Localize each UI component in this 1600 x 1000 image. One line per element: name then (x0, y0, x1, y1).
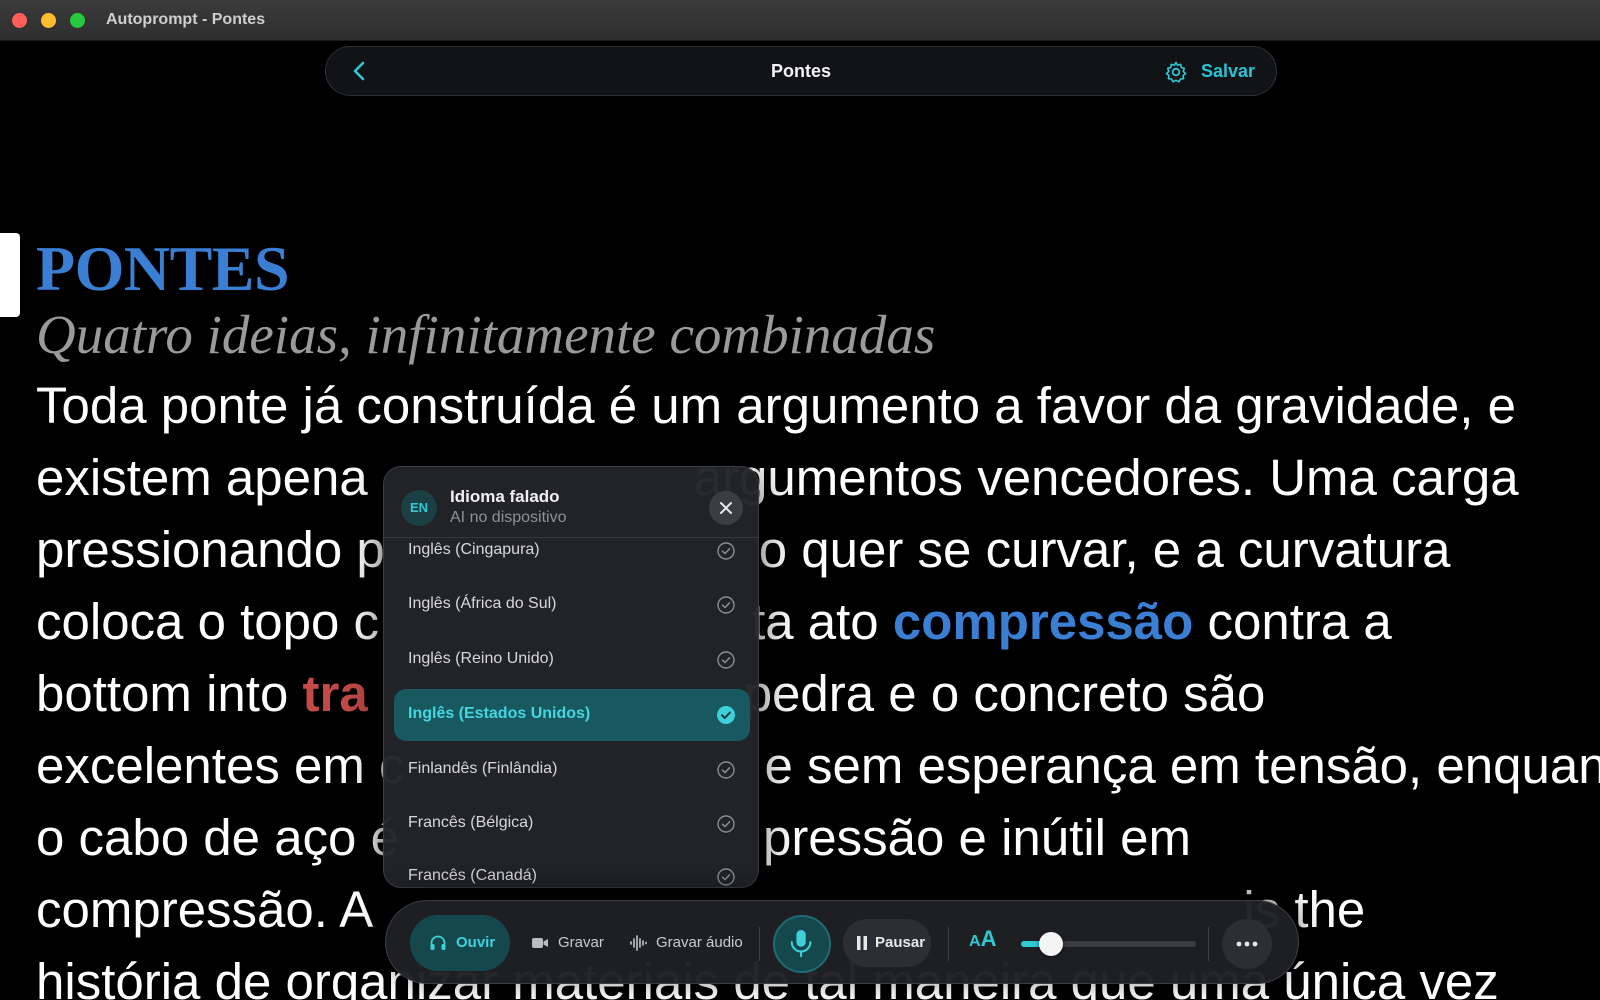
body-line: existem apena argumentos vencedores. Uma … (36, 442, 1576, 514)
body-text: compressão. A (36, 881, 374, 938)
body-text: coloca o topo c (36, 593, 380, 650)
microphone-button[interactable] (773, 915, 831, 973)
slider-thumb[interactable] (1039, 932, 1063, 956)
text-size-big: A (980, 926, 997, 951)
window-titlebar: Autoprompt - Pontes (0, 0, 1600, 41)
body-text: o cabo de aço é (36, 809, 399, 866)
body-line: coloca o topo c ta ato compressão contra … (36, 586, 1576, 658)
language-label: Inglês (Estados Unidos) (408, 705, 591, 722)
check-circle-icon (717, 651, 735, 669)
language-option[interactable]: Inglês (Cingapura) (394, 537, 750, 577)
toolbar-divider (759, 927, 760, 961)
language-label: Inglês (Cingapura) (408, 541, 540, 558)
window-title: Autoprompt - Pontes (106, 11, 266, 28)
body-text: pressão e inútil em (762, 809, 1191, 866)
check-circle-icon (717, 542, 735, 560)
body-line: o cabo de aço é pressão e inútil em (36, 802, 1576, 874)
body-text: Toda ponte já construída é um argumento … (36, 377, 1516, 434)
check-filled-icon (717, 706, 735, 724)
check-circle-icon (717, 596, 735, 614)
toolbar-divider (948, 927, 949, 961)
reading-position-marker[interactable] (0, 233, 20, 317)
mode-label: Gravar áudio (656, 934, 743, 951)
microphone-icon (790, 930, 812, 958)
document-title: PONTES (36, 233, 290, 304)
mode-label: Gravar (558, 934, 604, 951)
playback-toolbar: Ouvir Gravar Gravar áudio Pausar AA (385, 900, 1299, 984)
body-text: argumentos vencedores. Uma carga (693, 449, 1519, 506)
popover-subtitle: AI no dispositivo (450, 509, 567, 526)
body-text: o quer se curvar, e a curvatura (758, 521, 1451, 578)
language-code-badge: EN (401, 490, 437, 526)
mode-record-audio-button[interactable]: Gravar áudio (616, 915, 750, 971)
gear-icon[interactable] (1164, 60, 1188, 84)
language-list[interactable]: Inglês (Cingapura) Inglês (África do Sul… (384, 537, 758, 887)
language-option[interactable]: Francês (Bélgica) (394, 798, 750, 850)
top-navigation-bar: Pontes Salvar (325, 46, 1277, 96)
more-options-button[interactable] (1222, 919, 1272, 969)
body-text: excelentes em c (36, 737, 405, 794)
mode-selector: Ouvir Gravar Gravar áudio (410, 915, 750, 971)
body-text: contra a (1193, 593, 1392, 650)
pause-label: Pausar (875, 934, 926, 951)
body-text: ta ato (751, 593, 893, 650)
language-label: Inglês (África do Sul) (408, 595, 557, 612)
language-option-selected[interactable]: Inglês (Estados Unidos) (394, 689, 750, 741)
ellipsis-icon (1236, 941, 1258, 947)
body-line: bottom into tra pedra e o concreto são (36, 658, 1576, 730)
waveform-icon (630, 935, 647, 951)
body-text: pedra e o concreto são (743, 665, 1266, 722)
text-size-slider[interactable] (1021, 932, 1196, 956)
text-size-icon[interactable]: AA (969, 926, 996, 952)
language-label: Francês (Canadá) (408, 867, 537, 884)
highlight-tension[interactable]: tra (302, 665, 367, 722)
text-size-small: A (969, 933, 981, 950)
check-circle-icon (717, 761, 735, 779)
language-label: Finlandês (Finlândia) (408, 760, 558, 777)
body-text: existem apena (36, 449, 368, 506)
body-line: excelentes em c e sem esperança em tensão… (36, 730, 1600, 802)
video-camera-icon (532, 938, 548, 948)
headphones-icon (430, 935, 446, 950)
body-line: pressionando p o quer se curvar, e a curv… (36, 514, 1576, 586)
language-label: Inglês (Reino Unido) (408, 650, 554, 667)
mode-listen-button[interactable]: Ouvir (410, 915, 510, 971)
language-option[interactable]: Finlandês (Finlândia) (394, 744, 750, 796)
body-text: e sem esperança em tensão, enquanto (764, 737, 1600, 794)
language-label: Francês (Bélgica) (408, 814, 534, 831)
close-icon (720, 502, 732, 514)
body-text: bottom into (36, 665, 303, 722)
mode-record-button[interactable]: Gravar (516, 915, 610, 971)
highlight-compressao[interactable]: compressão (893, 593, 1193, 650)
language-option[interactable]: Inglês (África do Sul) (394, 579, 750, 631)
language-option[interactable]: Francês (Canadá) (394, 851, 750, 887)
popover-title: Idioma falado (450, 487, 560, 506)
pause-button[interactable]: Pausar (843, 919, 931, 967)
close-window-button[interactable] (12, 13, 27, 28)
toolbar-divider (1208, 927, 1209, 961)
check-circle-icon (717, 815, 735, 833)
zoom-window-button[interactable] (70, 13, 85, 28)
nav-title: Pontes (770, 61, 831, 81)
check-circle-icon (717, 868, 735, 886)
spoken-language-popover: EN Idioma falado AI no dispositivo Inglê… (383, 466, 759, 888)
body-text: pressionando p (36, 521, 385, 578)
close-popover-button[interactable] (709, 491, 743, 525)
document-subtitle: Quatro ideias, infinitamente combinadas (36, 304, 936, 365)
language-option[interactable]: Inglês (Reino Unido) (394, 634, 750, 686)
body-line: Toda ponte já construída é um argumento … (36, 370, 1576, 442)
save-button[interactable]: Salvar (1201, 61, 1255, 82)
mode-label: Ouvir (456, 934, 496, 951)
minimize-window-button[interactable] (41, 13, 56, 28)
pause-icon (857, 936, 867, 950)
